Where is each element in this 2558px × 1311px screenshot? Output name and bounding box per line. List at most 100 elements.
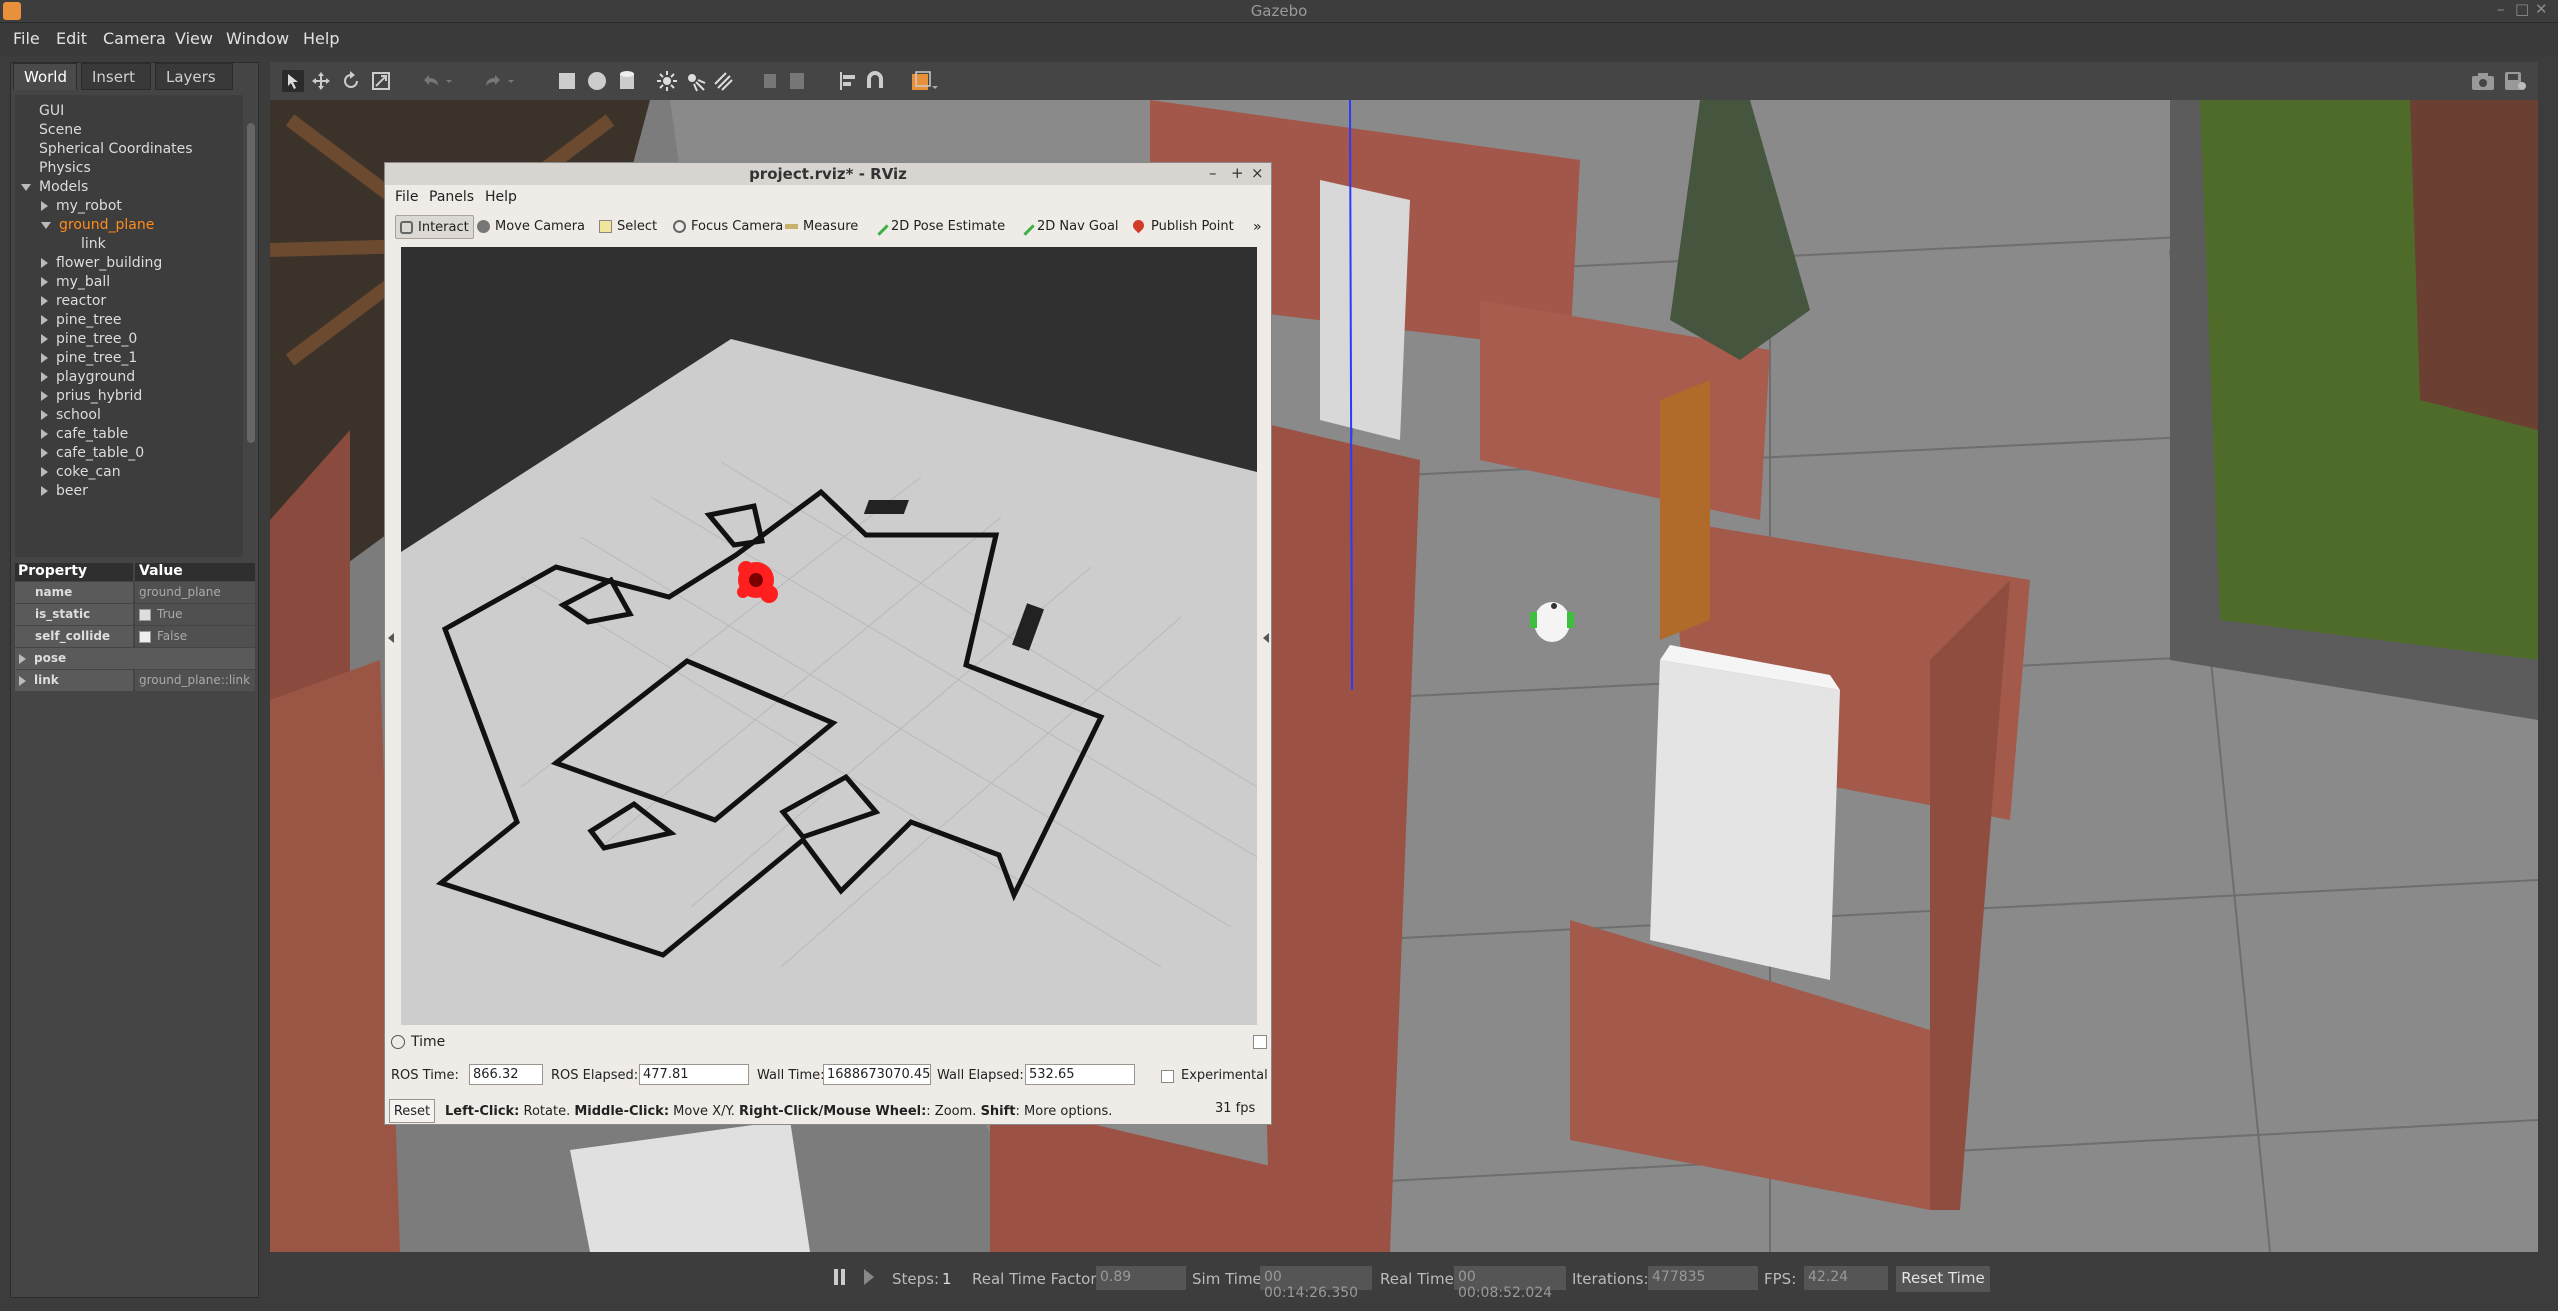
translate-mode-icon[interactable]: [310, 70, 332, 92]
self-collide-checkbox[interactable]: [139, 630, 151, 643]
collapse-left-icon[interactable]: [388, 633, 394, 643]
expand-icon[interactable]: [41, 221, 51, 229]
tree-item-model[interactable]: my_ball: [41, 274, 110, 293]
tool-move-camera[interactable]: Move Camera: [473, 215, 589, 239]
expand-icon[interactable]: [41, 410, 48, 420]
tool-2d-nav-goal[interactable]: 2D Nav Goal: [1015, 215, 1123, 239]
tool-interact[interactable]: Interact: [395, 215, 474, 239]
directional-light-icon[interactable]: [712, 70, 734, 92]
expand-icon[interactable]: [19, 675, 26, 686]
tab-world[interactable]: World: [13, 63, 77, 90]
reset-button[interactable]: Reset: [389, 1099, 435, 1123]
tree-item-model[interactable]: coke_can: [41, 464, 121, 483]
scale-mode-icon[interactable]: [370, 70, 392, 92]
is-static-checkbox[interactable]: [139, 608, 151, 621]
pause-icon[interactable]: [834, 1269, 838, 1285]
toolbar-overflow-icon[interactable]: »: [1253, 219, 1262, 235]
tree-item-model[interactable]: pine_tree_1: [41, 350, 137, 369]
record-log-icon[interactable]: [2502, 70, 2528, 92]
expand-icon[interactable]: [41, 258, 48, 268]
collapse-right-icon[interactable]: [1263, 633, 1269, 643]
tree-item-model[interactable]: school: [41, 407, 101, 426]
tree-item-model[interactable]: cafe_table: [41, 426, 128, 445]
wall-elapsed-field[interactable]: 532.65: [1025, 1064, 1135, 1085]
expand-icon[interactable]: [41, 201, 48, 211]
expand-icon[interactable]: [41, 372, 48, 382]
tree-item-scene[interactable]: Scene: [39, 122, 82, 141]
panel-float-icon[interactable]: [1253, 1035, 1267, 1049]
tool-select[interactable]: Select: [595, 215, 661, 239]
redo-icon[interactable]: [482, 70, 504, 92]
point-light-icon[interactable]: [656, 70, 678, 92]
align-icon[interactable]: [838, 70, 860, 92]
expand-icon[interactable]: [19, 653, 26, 664]
tree-item-model[interactable]: flower_building: [41, 255, 162, 274]
expand-icon[interactable]: [41, 296, 48, 306]
ros-elapsed-field[interactable]: 477.81: [639, 1064, 749, 1085]
menu-help[interactable]: Help: [303, 29, 339, 48]
tree-item-model[interactable]: prius_hybrid: [41, 388, 142, 407]
cylinder-shape-icon[interactable]: [616, 70, 638, 92]
undo-history-icon[interactable]: [444, 70, 454, 92]
box-shape-icon[interactable]: [556, 70, 578, 92]
tree-item-spherical[interactable]: Spherical Coordinates: [39, 141, 193, 160]
expand-icon[interactable]: [21, 183, 31, 191]
rviz-minimize-icon[interactable]: –: [1209, 164, 1217, 182]
property-row-pose[interactable]: pose: [15, 648, 255, 669]
tree-item-model[interactable]: pine_tree_0: [41, 331, 137, 350]
menu-window[interactable]: Window: [226, 29, 289, 48]
rviz-maximize-icon[interactable]: +: [1231, 164, 1244, 182]
tool-publish-point[interactable]: Publish Point: [1129, 215, 1238, 239]
view-angle-icon[interactable]: [910, 70, 940, 92]
menu-edit[interactable]: Edit: [56, 29, 87, 48]
tool-2d-pose-estimate[interactable]: 2D Pose Estimate: [869, 215, 1009, 239]
paste-icon[interactable]: [786, 70, 808, 92]
expand-icon[interactable]: [41, 448, 48, 458]
menu-camera[interactable]: Camera: [103, 29, 166, 48]
property-row[interactable]: self_collide False: [15, 626, 255, 647]
property-row-link[interactable]: link ground_plane::link: [15, 670, 255, 691]
tree-item-model[interactable]: beer: [41, 483, 88, 502]
copy-icon[interactable]: [760, 70, 782, 92]
steps-value[interactable]: 1: [942, 1270, 952, 1288]
tree-item-model[interactable]: cafe_table_0: [41, 445, 144, 464]
snap-icon[interactable]: [864, 70, 886, 92]
tab-insert[interactable]: Insert: [81, 63, 151, 90]
rviz-menu-panels[interactable]: Panels: [429, 189, 474, 205]
tree-item-gui[interactable]: GUI: [39, 103, 64, 122]
expand-icon[interactable]: [41, 353, 48, 363]
screenshot-icon[interactable]: [2470, 70, 2496, 92]
undo-icon[interactable]: [420, 70, 442, 92]
sphere-shape-icon[interactable]: [586, 70, 608, 92]
tab-layers[interactable]: Layers: [155, 63, 233, 90]
expand-icon[interactable]: [41, 315, 48, 325]
tree-item-model[interactable]: pine_tree: [41, 312, 121, 331]
expand-icon[interactable]: [41, 391, 48, 401]
tree-item-model[interactable]: playground: [41, 369, 135, 388]
property-row[interactable]: name ground_plane: [15, 582, 255, 603]
rviz-menu-help[interactable]: Help: [485, 189, 517, 205]
tree-item-model[interactable]: reactor: [41, 293, 106, 312]
tree-item-model-selected[interactable]: ground_plane: [41, 217, 154, 236]
menu-file[interactable]: File: [13, 29, 40, 48]
select-mode-icon[interactable]: [282, 70, 304, 92]
redo-history-icon[interactable]: [506, 70, 516, 92]
tree-item-models[interactable]: Models: [21, 179, 88, 198]
step-icon[interactable]: [864, 1269, 874, 1285]
rviz-close-icon[interactable]: ×: [1251, 164, 1264, 182]
tool-focus-camera[interactable]: Focus Camera: [669, 215, 787, 239]
spot-light-icon[interactable]: [684, 70, 706, 92]
tree-item-physics[interactable]: Physics: [39, 160, 91, 179]
rviz-3d-view[interactable]: [401, 247, 1257, 1025]
expand-icon[interactable]: [41, 429, 48, 439]
wall-time-field[interactable]: 1688673070.45: [823, 1064, 931, 1085]
maximize-icon[interactable]: □: [2515, 0, 2529, 18]
tree-scrollbar[interactable]: [247, 123, 255, 443]
expand-icon[interactable]: [41, 486, 48, 496]
experimental-checkbox[interactable]: [1161, 1070, 1174, 1083]
expand-icon[interactable]: [41, 277, 48, 287]
rviz-menu-file[interactable]: File: [395, 189, 418, 205]
expand-icon[interactable]: [41, 334, 48, 344]
property-row[interactable]: is_static True: [15, 604, 255, 625]
reset-time-button[interactable]: Reset Time: [1896, 1266, 1990, 1292]
